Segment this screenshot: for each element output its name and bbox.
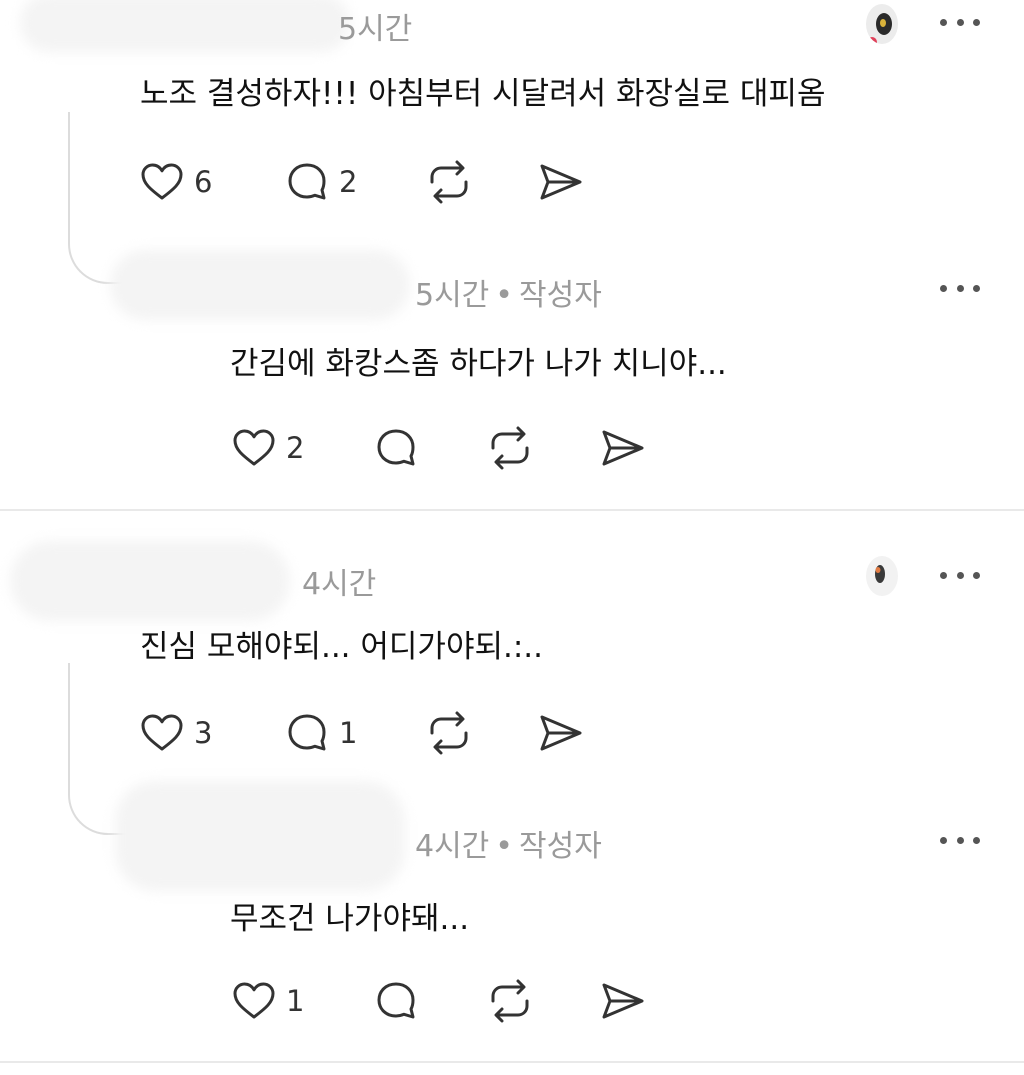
redacted-username	[110, 250, 410, 320]
share-button[interactable]	[598, 976, 648, 1026]
comment-actions: 6 2	[138, 157, 598, 207]
repost-button[interactable]	[424, 157, 474, 207]
repost-icon	[430, 711, 468, 755]
comment-meta: 5시간	[338, 4, 412, 48]
like-button[interactable]: 1	[230, 976, 304, 1026]
comment-thread: 4시간 진심 모해야되... 어디가야되.:.. 3 1 4시간 • 작성자 무조건…	[0, 511, 1024, 1063]
comment-text: 진심 모해야되... 어디가야되.:..	[140, 629, 543, 665]
like-count: 3	[194, 716, 213, 750]
share-button[interactable]	[536, 157, 586, 207]
like-button[interactable]: 2	[230, 423, 304, 473]
send-icon	[602, 430, 644, 466]
send-icon	[602, 983, 644, 1019]
redacted-username	[20, 0, 350, 52]
repost-icon	[491, 426, 529, 470]
heart-icon	[141, 714, 183, 751]
comment-time: 4시간	[302, 567, 377, 602]
reply-button[interactable]: 1	[283, 708, 357, 758]
avatar[interactable]	[866, 4, 898, 44]
like-button[interactable]: 6	[138, 157, 212, 207]
comment-actions: 3 1	[138, 708, 598, 758]
comment-bubble-icon	[377, 429, 415, 466]
more-options-icon[interactable]	[940, 281, 980, 295]
repost-button[interactable]	[424, 708, 474, 758]
meta-separator: •	[495, 829, 513, 864]
reply-count: 1	[339, 716, 358, 750]
repost-button[interactable]	[485, 423, 535, 473]
send-icon	[540, 715, 582, 751]
more-options-icon[interactable]	[940, 833, 980, 847]
share-button[interactable]	[536, 708, 586, 758]
meta-separator: •	[495, 278, 513, 313]
reply-count: 2	[339, 165, 358, 199]
like-button[interactable]: 3	[138, 708, 212, 758]
repost-icon	[491, 979, 529, 1023]
repost-button[interactable]	[485, 976, 535, 1026]
reply-actions: 2	[230, 423, 690, 473]
author-badge: 작성자	[519, 278, 602, 313]
heart-icon	[233, 982, 275, 1019]
reply-button[interactable]: 2	[283, 157, 357, 207]
heart-icon	[233, 429, 275, 466]
reply-text: 무조건 나가야돼...	[230, 901, 470, 937]
comment-thread: 5시간 노조 결성하자!!! 아침부터 시달려서 화장실로 대피옴 6 2 5시…	[0, 0, 1024, 510]
reply-text: 간김에 화캉스좀 하다가 나가 치니야...	[230, 346, 727, 382]
like-count: 2	[286, 431, 305, 465]
reply-button[interactable]	[372, 976, 420, 1026]
redacted-username	[115, 781, 405, 891]
avatar[interactable]	[866, 556, 898, 596]
reply-time: 5시간	[415, 278, 490, 313]
share-button[interactable]	[598, 423, 648, 473]
send-icon	[540, 164, 582, 200]
reply-button[interactable]	[372, 423, 420, 473]
heart-icon	[141, 163, 183, 200]
more-options-icon[interactable]	[940, 568, 980, 582]
comment-text: 노조 결성하자!!! 아침부터 시달려서 화장실로 대피옴	[140, 76, 826, 112]
comment-bubble-icon	[288, 163, 326, 200]
comment-meta: 4시간	[302, 559, 376, 603]
reply-actions: 1	[230, 976, 690, 1026]
more-options-icon[interactable]	[940, 15, 980, 29]
like-count: 6	[194, 165, 213, 199]
thread-divider	[0, 1061, 1024, 1063]
redacted-username	[10, 541, 290, 621]
reply-time: 4시간	[415, 829, 490, 864]
reply-meta: 5시간 • 작성자	[415, 270, 602, 314]
author-badge: 작성자	[519, 829, 602, 864]
repost-icon	[430, 160, 468, 204]
comment-bubble-icon	[377, 982, 415, 1019]
like-count: 1	[286, 984, 305, 1018]
reply-meta: 4시간 • 작성자	[415, 821, 602, 865]
comment-time: 5시간	[338, 12, 413, 47]
comment-bubble-icon	[288, 714, 326, 751]
